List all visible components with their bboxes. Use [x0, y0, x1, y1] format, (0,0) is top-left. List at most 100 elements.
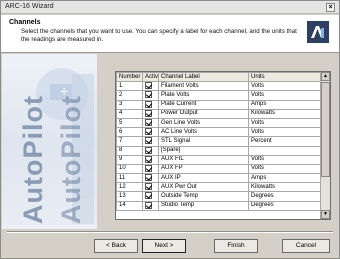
- channel-active-cell: [142, 163, 159, 175]
- channel-active-cell: [142, 200, 159, 211]
- active-checkbox[interactable]: [145, 128, 152, 136]
- channel-label-cell[interactable]: AC Line Volts: [158, 127, 249, 138]
- channel-active-cell: [142, 182, 159, 193]
- channel-number-cell: 11: [116, 173, 143, 184]
- table-row[interactable]: 9 AUX FIL Volts: [116, 154, 323, 165]
- channel-label-cell[interactable]: Plate Current: [158, 99, 249, 110]
- table-row[interactable]: 6 AC Line Volts Volts: [116, 127, 323, 138]
- channel-units-cell[interactable]: Volts: [248, 163, 323, 175]
- active-checkbox[interactable]: [145, 82, 152, 90]
- table-row[interactable]: 14 Studio Temp Degrees: [116, 200, 323, 211]
- channel-active-cell: [142, 108, 159, 119]
- table-row[interactable]: 2 Plate Volts Volts: [116, 90, 323, 101]
- table-row[interactable]: 11 AUX IP Amps: [116, 173, 323, 184]
- table-row[interactable]: 12 AUX Pwr Out Kilowatts: [116, 182, 323, 193]
- channel-units-cell[interactable]: Volts: [248, 127, 323, 138]
- footer-divider: [7, 231, 333, 233]
- back-button[interactable]: < Back: [94, 239, 138, 253]
- active-checkbox[interactable]: [145, 147, 152, 154]
- active-checkbox[interactable]: [145, 174, 152, 182]
- channel-units-cell[interactable]: [248, 145, 323, 156]
- channel-units-cell[interactable]: Kilowatts: [248, 182, 323, 193]
- finish-button[interactable]: Finish: [214, 239, 258, 253]
- channel-number-cell: 7: [116, 136, 143, 147]
- sidebar-graphic: + AutoPilot AutoPilot: [2, 54, 97, 229]
- channel-units-cell[interactable]: Volts: [248, 90, 323, 101]
- table-row[interactable]: 4 Power Output Kilowatts: [116, 108, 323, 119]
- column-header-units[interactable]: Units: [248, 72, 323, 83]
- channel-active-cell: [142, 145, 159, 156]
- column-header-active[interactable]: Activ: [142, 72, 159, 83]
- channel-units-cell[interactable]: Volts: [248, 154, 323, 165]
- channel-units-cell[interactable]: Volts: [248, 81, 323, 92]
- channel-units-cell[interactable]: Degrees: [248, 191, 323, 202]
- active-checkbox[interactable]: [145, 183, 152, 191]
- channel-number-cell: 5: [116, 117, 143, 129]
- channel-units-cell[interactable]: Amps: [248, 173, 323, 184]
- channel-number-cell: 14: [116, 200, 143, 211]
- channel-label-cell[interactable]: Studio Temp: [158, 200, 249, 211]
- channel-active-cell: [142, 136, 159, 147]
- channel-label-cell[interactable]: Power Output: [158, 108, 249, 119]
- channel-units-cell[interactable]: Degrees: [248, 200, 323, 211]
- channel-active-cell: [142, 173, 159, 184]
- active-checkbox[interactable]: [145, 137, 152, 145]
- channels-table: Number Activ Channel Label Units 1 Filame…: [116, 72, 323, 211]
- svg-text:AutoPilot: AutoPilot: [18, 95, 48, 224]
- wizard-header: Channels Select the channels that you wa…: [1, 15, 339, 53]
- channel-label-cell[interactable]: Gen Line Volts: [158, 117, 249, 129]
- channel-units-cell[interactable]: Percent: [248, 136, 323, 147]
- active-checkbox[interactable]: [145, 91, 152, 99]
- active-checkbox[interactable]: [145, 110, 152, 117]
- cancel-button[interactable]: Cancel: [282, 239, 330, 253]
- active-checkbox[interactable]: [145, 202, 152, 209]
- channel-label-cell[interactable]: Outside Temp: [158, 191, 249, 202]
- channel-label-cell[interactable]: AUX FP: [158, 163, 249, 175]
- channel-number-cell: 3: [116, 99, 143, 110]
- channel-number-cell: 8: [116, 145, 143, 156]
- table-row[interactable]: 8 [Spare]: [116, 145, 323, 156]
- channels-grid[interactable]: Number Activ Channel Label Units 1 Filame…: [115, 71, 331, 220]
- active-checkbox[interactable]: [145, 156, 152, 163]
- active-checkbox[interactable]: [145, 119, 152, 126]
- channel-number-cell: 1: [116, 81, 143, 92]
- channel-active-cell: [142, 117, 159, 129]
- column-header-number[interactable]: Number: [116, 72, 143, 83]
- table-row[interactable]: 7 STL Signal Percent: [116, 136, 323, 147]
- channel-label-cell[interactable]: STL Signal: [158, 136, 249, 147]
- channel-active-cell: [142, 99, 159, 110]
- channel-label-cell[interactable]: AUX Pwr Out: [158, 182, 249, 193]
- channel-label-cell[interactable]: Filament Volts: [158, 81, 249, 92]
- page-title: Channels: [9, 19, 41, 26]
- active-checkbox[interactable]: [145, 192, 152, 200]
- channel-label-cell[interactable]: [Spare]: [158, 145, 249, 156]
- table-row[interactable]: 13 Outside Temp Degrees: [116, 191, 323, 202]
- table-row[interactable]: 3 Plate Current Amps: [116, 99, 323, 110]
- close-icon[interactable]: ×: [326, 3, 335, 12]
- channel-active-cell: [142, 127, 159, 138]
- active-checkbox[interactable]: [145, 101, 152, 108]
- active-checkbox[interactable]: [145, 165, 152, 172]
- vertical-scrollbar[interactable]: ▲ ▼: [320, 72, 330, 219]
- channel-label-cell[interactable]: Plate Volts: [158, 90, 249, 101]
- scroll-up-icon[interactable]: ▲: [321, 72, 330, 81]
- scroll-thumb[interactable]: [321, 82, 330, 177]
- title-bar[interactable]: ARC-16 Wizard ×: [1, 1, 339, 14]
- channel-label-cell[interactable]: AUX IP: [158, 173, 249, 184]
- channel-number-cell: 10: [116, 163, 143, 175]
- svg-text:AutoPilot: AutoPilot: [56, 95, 86, 224]
- channel-units-cell[interactable]: Amps: [248, 99, 323, 110]
- scroll-down-icon[interactable]: ▼: [321, 210, 330, 219]
- table-row[interactable]: 1 Filament Volts Volts: [116, 81, 323, 92]
- channel-number-cell: 4: [116, 108, 143, 119]
- table-row[interactable]: 10 AUX FP Volts: [116, 163, 323, 175]
- column-header-label[interactable]: Channel Label: [158, 72, 249, 83]
- wizard-window: ARC-16 Wizard × Channels Select the chan…: [0, 0, 340, 259]
- channel-label-cell[interactable]: AUX FIL: [158, 154, 249, 165]
- channel-units-cell[interactable]: Kilowatts: [248, 108, 323, 119]
- channel-active-cell: [142, 154, 159, 165]
- channel-units-cell[interactable]: Volts: [248, 117, 323, 129]
- channel-active-cell: [142, 191, 159, 202]
- table-row[interactable]: 5 Gen Line Volts Volts: [116, 117, 323, 129]
- next-button[interactable]: Next >: [142, 239, 186, 253]
